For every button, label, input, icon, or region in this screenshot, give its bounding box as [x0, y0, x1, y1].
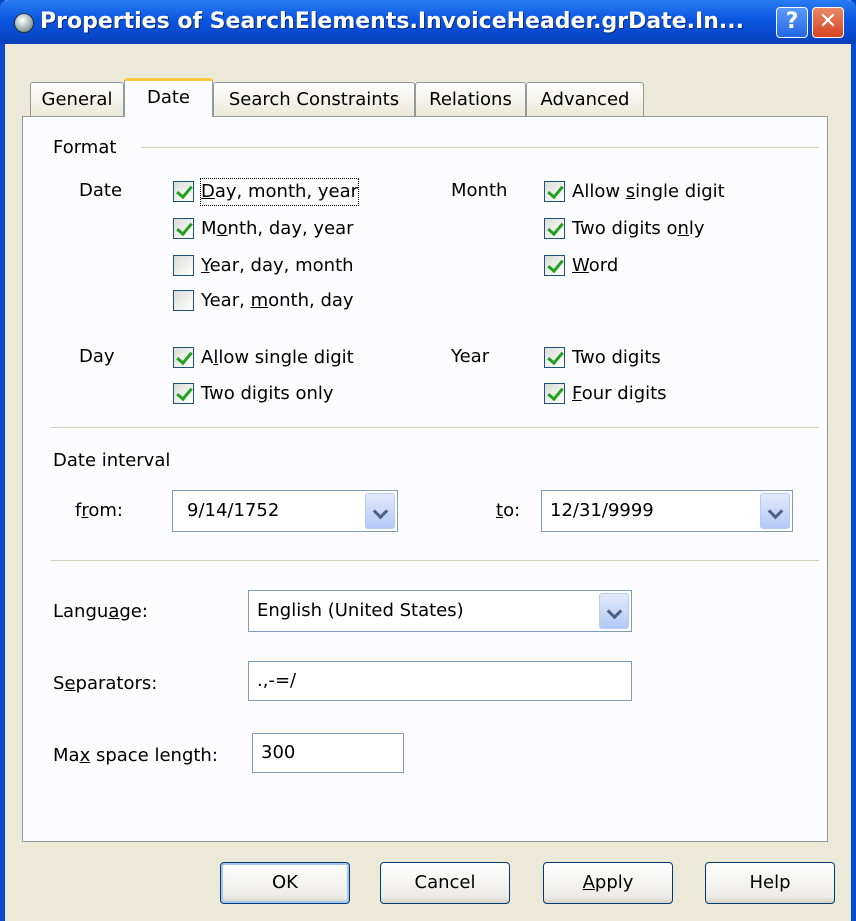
cancel-button[interactable]: Cancel	[380, 862, 510, 904]
format-heading: Format	[53, 137, 117, 158]
to-label: to:	[496, 500, 521, 521]
language-value: English (United States)	[257, 600, 464, 621]
chevron-down-icon[interactable]	[365, 493, 395, 529]
day-format-label: Day	[79, 346, 115, 367]
checkbox[interactable]	[544, 218, 565, 239]
from-label: from:	[75, 500, 123, 521]
help-button[interactable]: Help	[705, 862, 835, 904]
tab-relations[interactable]: Relations	[415, 82, 526, 116]
help-icon[interactable]: ?	[776, 7, 808, 38]
checkbox-label: Two digits only	[201, 383, 334, 404]
to-date-dropdown[interactable]: 12/31/9999	[541, 490, 793, 532]
tab-advanced[interactable]: Advanced	[526, 82, 644, 116]
year-format-label: Year	[451, 346, 490, 367]
window-title: Properties of SearchElements.InvoiceHead…	[40, 9, 744, 34]
divider	[51, 427, 819, 428]
tab-date[interactable]: Date	[124, 78, 213, 117]
divider	[51, 560, 819, 561]
ok-button[interactable]: OK	[220, 862, 350, 904]
checkbox-label: Year, month, day	[201, 290, 354, 311]
checkbox-label: Month, day, year	[201, 218, 354, 239]
checkbox[interactable]	[173, 290, 194, 311]
checkbox[interactable]	[173, 347, 194, 368]
checkbox[interactable]	[544, 347, 565, 368]
checkbox[interactable]	[544, 383, 565, 404]
date-tab-panel: Format Date Day, month, year Month, day,…	[22, 116, 828, 842]
from-date-dropdown[interactable]: 9/14/1752	[172, 490, 398, 532]
to-date-value: 12/31/9999	[550, 500, 654, 521]
language-dropdown[interactable]: English (United States)	[248, 590, 632, 632]
checkbox-label: Day, month, year	[199, 178, 360, 206]
date-interval-heading: Date interval	[53, 450, 171, 471]
tab-search-constraints[interactable]: Search Constraints	[213, 82, 415, 116]
apply-button[interactable]: Apply	[543, 862, 673, 904]
chevron-down-icon[interactable]	[599, 593, 629, 629]
from-date-value: 9/14/1752	[187, 500, 280, 521]
max-space-length-value: 300	[261, 742, 296, 763]
checkbox[interactable]	[544, 181, 565, 202]
separators-input[interactable]: .,-=/	[248, 661, 632, 701]
checkbox-label: Allow single digit	[201, 347, 354, 368]
close-icon[interactable]: ✕	[812, 7, 844, 38]
language-label: Language:	[53, 601, 148, 622]
checkbox[interactable]	[173, 255, 194, 276]
checkbox-label: Allow single digit	[572, 181, 725, 202]
separators-label: Separators:	[53, 673, 158, 694]
max-space-length-label: Max space length:	[53, 745, 218, 766]
month-format-label: Month	[451, 180, 508, 201]
checkbox-label: Four digits	[572, 383, 667, 404]
max-space-length-input[interactable]: 300	[252, 733, 404, 773]
tab-general[interactable]: General	[30, 82, 124, 116]
checkbox-label: Two digits	[572, 347, 661, 368]
format-divider	[141, 147, 819, 148]
app-icon	[14, 13, 34, 33]
chevron-down-icon[interactable]	[760, 493, 790, 529]
date-format-label: Date	[79, 180, 123, 201]
title-bar[interactable]: Properties of SearchElements.InvoiceHead…	[0, 0, 856, 44]
checkbox-label: Year, day, month	[201, 255, 354, 276]
separators-value: .,-=/	[257, 670, 297, 691]
checkbox[interactable]	[544, 255, 565, 276]
checkbox[interactable]	[173, 181, 194, 202]
checkbox-label: Two digits only	[572, 218, 705, 239]
checkbox[interactable]	[173, 218, 194, 239]
checkbox[interactable]	[173, 383, 194, 404]
checkbox-label: Word	[572, 255, 619, 276]
